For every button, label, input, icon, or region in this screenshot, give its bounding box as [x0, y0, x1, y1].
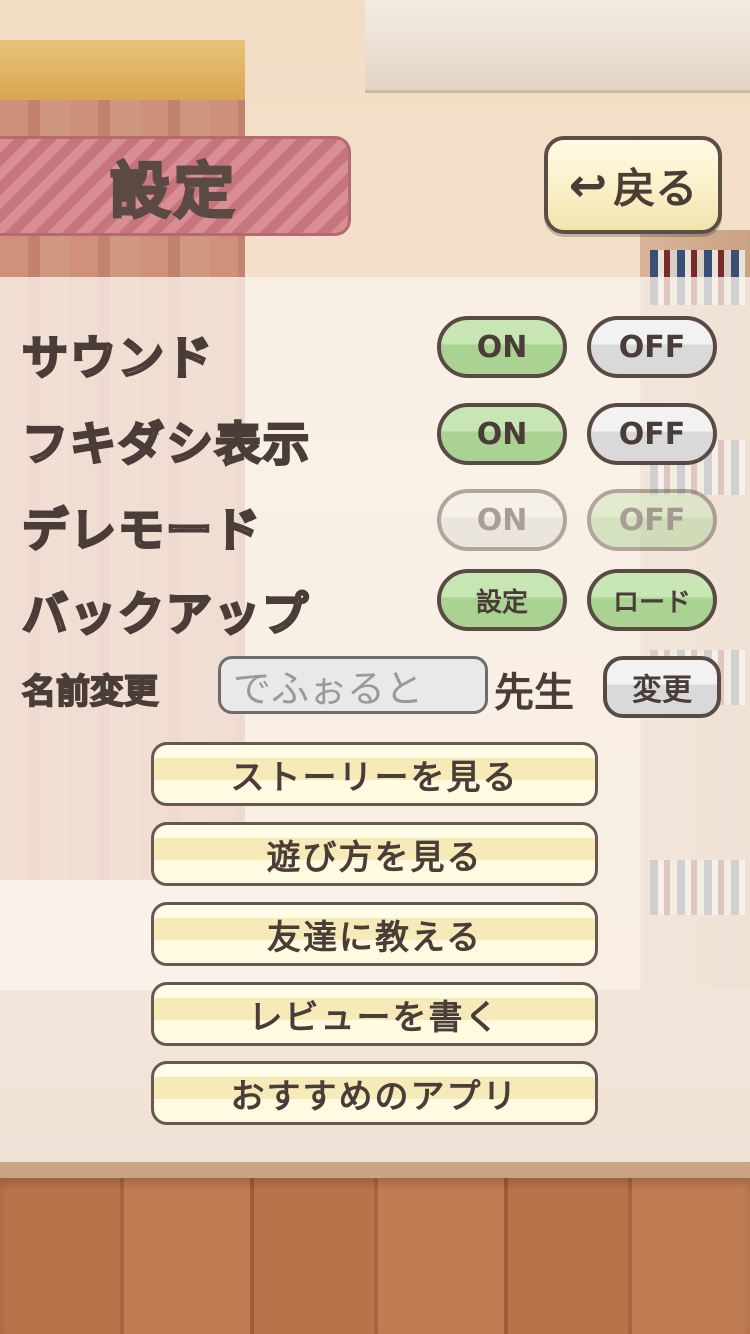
back-button[interactable]: ↩ 戻る — [544, 136, 722, 234]
backup-load-button[interactable]: ロード — [587, 569, 717, 631]
bubble-off-button[interactable]: OFF — [587, 403, 717, 465]
recommended-apps-button[interactable]: おすすめのアプリ — [151, 1061, 598, 1125]
air-conditioner — [365, 0, 750, 93]
sound-off-button[interactable]: OFF — [587, 316, 717, 378]
dere-off-button[interactable]: OFF — [587, 489, 717, 551]
wood-floor — [0, 1178, 750, 1334]
write-review-button[interactable]: レビューを書く — [151, 982, 598, 1046]
page-title: 設定 — [109, 155, 238, 228]
dere-on-button[interactable]: ON — [437, 489, 567, 551]
sound-on-button[interactable]: ON — [437, 316, 567, 378]
backup-label: バックアップ — [21, 586, 310, 643]
bubble-display-label: フキダシ表示 — [21, 416, 311, 473]
back-button-label: 戻る — [613, 163, 698, 213]
name-change-button[interactable]: 変更 — [603, 656, 721, 718]
how-to-play-button[interactable]: 遊び方を見る — [151, 822, 598, 886]
story-button[interactable]: ストーリーを見る — [151, 742, 598, 806]
bubble-on-button[interactable]: ON — [437, 403, 567, 465]
tell-friends-button[interactable]: 友達に教える — [151, 902, 598, 966]
name-change-label: 名前変更 — [21, 671, 159, 713]
name-suffix: 先生 — [494, 670, 574, 716]
dere-mode-label: デレモード — [21, 502, 262, 559]
name-input[interactable] — [218, 656, 488, 714]
return-arrow-icon: ↩ — [568, 158, 608, 212]
backup-save-button[interactable]: 設定 — [437, 569, 567, 631]
shelf-top — [0, 40, 245, 100]
sound-label: サウンド — [21, 330, 214, 387]
title-banner: 設定 — [0, 136, 351, 236]
